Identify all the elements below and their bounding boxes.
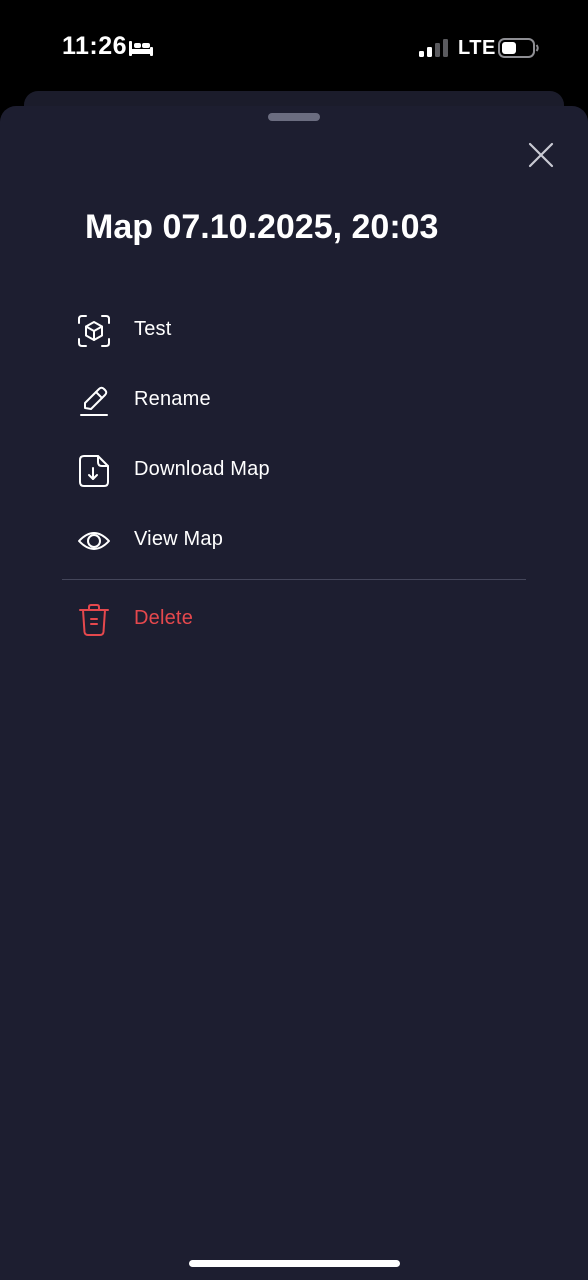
pencil-icon bbox=[76, 383, 112, 419]
menu-label-view-map: View Map bbox=[134, 528, 224, 550]
actions-menu: Test Rename Download Map View Map bbox=[0, 296, 588, 576]
eye-icon bbox=[76, 523, 112, 559]
sheet-title: Map 07.10.2025, 20:03 bbox=[85, 208, 439, 246]
menu-divider bbox=[62, 579, 526, 580]
screen: 11:26 LTE Map 07.10.2025, 20:03 Test Ren… bbox=[0, 0, 588, 1280]
cube-icon bbox=[76, 313, 112, 349]
menu-item-test[interactable]: Test bbox=[0, 296, 588, 366]
close-button[interactable] bbox=[520, 134, 562, 176]
download-file-icon bbox=[76, 453, 112, 489]
signal-icon bbox=[418, 38, 448, 58]
menu-label-test: Test bbox=[134, 318, 172, 340]
close-icon bbox=[528, 142, 554, 168]
menu-label-download-map: Download Map bbox=[134, 458, 270, 480]
menu-item-download-map[interactable]: Download Map bbox=[0, 436, 588, 506]
menu-label-rename: Rename bbox=[134, 388, 211, 410]
network-label: LTE bbox=[458, 37, 496, 59]
battery-icon bbox=[498, 37, 540, 59]
status-time: 11:26 bbox=[62, 32, 128, 60]
menu-item-delete[interactable]: Delete bbox=[0, 585, 588, 655]
menu-label-delete: Delete bbox=[134, 607, 194, 629]
menu-item-view-map[interactable]: View Map bbox=[0, 506, 588, 576]
home-indicator[interactable] bbox=[189, 1260, 400, 1267]
trash-icon bbox=[76, 602, 112, 638]
menu-item-rename[interactable]: Rename bbox=[0, 366, 588, 436]
sheet-grabber[interactable] bbox=[268, 113, 320, 121]
sleep-icon bbox=[128, 38, 154, 58]
actions-sheet: Map 07.10.2025, 20:03 Test Rename Downlo… bbox=[0, 106, 588, 1280]
status-bar: 11:26 LTE bbox=[0, 0, 588, 96]
